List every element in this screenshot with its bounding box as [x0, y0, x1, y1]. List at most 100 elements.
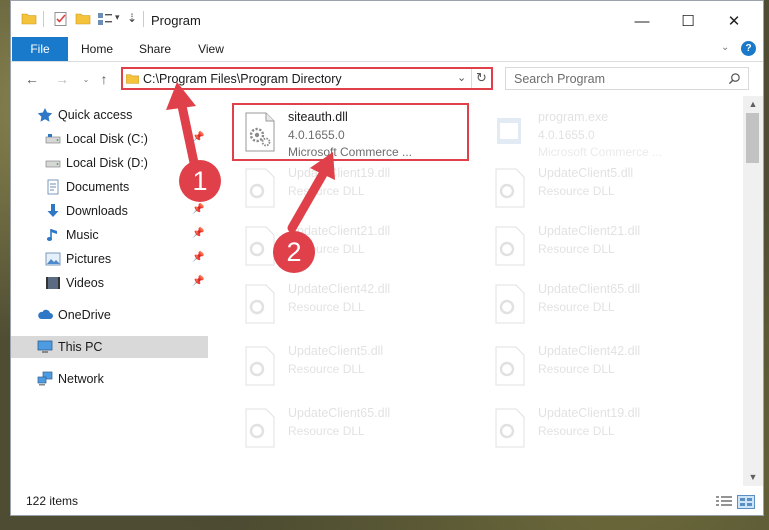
nav-item-music[interactable]: Music 📌 [11, 224, 208, 246]
drive-icon [45, 160, 61, 168]
item-count: 122 items [26, 494, 79, 508]
forward-arrow-icon[interactable]: → [51, 68, 73, 90]
scroll-up-icon[interactable]: ▲ [743, 96, 763, 113]
file-item[interactable]: UpdateClient65.dll Resource DLL [236, 402, 476, 456]
file-item[interactable]: UpdateClient21.dll Resource DLL [486, 220, 726, 274]
step-callout-1: 1 [179, 160, 221, 202]
address-path[interactable]: C:\Program Files\Program Directory [143, 72, 342, 86]
pin-icon[interactable]: 📌 [192, 276, 204, 287]
dll-file-icon [495, 226, 525, 266]
refresh-icon[interactable]: ↻ [476, 70, 487, 86]
file-item[interactable]: UpdateClient42.dll Resource DLL [486, 340, 726, 394]
file-name: UpdateClient21.dll [538, 224, 641, 238]
nav-label: Pictures [66, 252, 112, 266]
file-type: Resource DLL [288, 362, 365, 376]
tiles-view-icon[interactable] [737, 495, 755, 509]
file-type: Resource DLL [538, 184, 615, 198]
nav-item-this-pc[interactable]: This PC [11, 336, 208, 358]
nav-label: Music [66, 228, 99, 242]
file-type: Resource DLL [538, 424, 615, 438]
step-callout-2: 2 [273, 231, 315, 273]
file-item[interactable]: UpdateClient21.dll Resource DLL [236, 220, 476, 274]
tab-file[interactable]: File [12, 37, 68, 61]
nav-item-network[interactable]: Network [11, 368, 208, 390]
nav-item-videos[interactable]: Videos 📌 [11, 272, 208, 294]
music-icon [46, 229, 57, 241]
file-name: UpdateClient5.dll [538, 166, 634, 180]
nav-label: This PC [58, 340, 103, 354]
folder-icon [126, 74, 139, 84]
star-icon [37, 108, 53, 122]
nav-label: Local Disk (D:) [66, 156, 148, 170]
nav-item-onedrive[interactable]: OneDrive [11, 304, 208, 326]
toolbar-divider [43, 11, 44, 27]
file-name: UpdateClient42.dll [538, 344, 641, 358]
file-name: UpdateClient65.dll [288, 406, 391, 420]
file-item[interactable]: UpdateClient42.dll Resource DLL [236, 278, 476, 332]
nav-label: Network [58, 372, 104, 386]
file-item-program-exe[interactable]: program.exe 4.0.1655.0 Microsoft Commerc… [486, 106, 726, 160]
nav-item-local-disk-c[interactable]: Local Disk (C:) 📌 [11, 128, 208, 150]
nav-item-pictures[interactable]: Pictures 📌 [11, 248, 208, 270]
pin-icon[interactable]: 📌 [192, 132, 204, 143]
file-name: UpdateClient42.dll [288, 282, 391, 296]
tab-home[interactable]: Home [75, 37, 119, 61]
tab-view[interactable]: View [189, 37, 233, 61]
up-arrow-icon[interactable]: ↑ [93, 68, 115, 90]
new-folder-icon[interactable] [75, 11, 91, 27]
dll-file-icon [495, 346, 525, 386]
address-divider [471, 69, 472, 88]
vertical-scrollbar[interactable]: ▲ ▼ [743, 96, 763, 486]
file-type: Resource DLL [538, 242, 615, 256]
scroll-thumb[interactable] [746, 113, 759, 163]
search-input[interactable] [506, 68, 724, 89]
qat-dropdown-icon[interactable]: ▾ [115, 12, 120, 23]
search-box[interactable] [505, 67, 749, 90]
file-description: Microsoft Commerce ... [538, 145, 663, 159]
pin-icon[interactable]: 📌 [192, 252, 204, 263]
maximize-button[interactable]: ☐ [665, 7, 711, 35]
tab-share[interactable]: Share [133, 37, 177, 61]
nav-label: Videos [66, 276, 104, 290]
pin-icon[interactable]: 📌 [192, 228, 204, 239]
network-icon [37, 371, 53, 386]
expand-ribbon-icon[interactable]: ⌄ [721, 42, 729, 53]
nav-item-quick-access[interactable]: Quick access [11, 104, 208, 126]
dll-file-icon [245, 408, 275, 448]
documents-icon [47, 179, 59, 195]
back-arrow-icon[interactable]: ← [21, 68, 43, 90]
file-item[interactable]: UpdateClient19.dll Resource DLL [236, 162, 476, 216]
view-icon[interactable] [97, 11, 113, 27]
file-type: Resource DLL [288, 424, 365, 438]
details-view-icon[interactable] [715, 495, 733, 509]
dll-file-icon [245, 226, 275, 266]
address-bar[interactable]: C:\Program Files\Program Directory ⌄ ↻ [121, 67, 493, 90]
minimize-button[interactable]: — [619, 7, 665, 35]
file-type: Resource DLL [288, 300, 365, 314]
help-icon[interactable]: ? [741, 41, 756, 56]
folder-icon[interactable] [21, 11, 37, 27]
search-icon[interactable] [728, 72, 741, 85]
pin-icon[interactable]: 📌 [192, 204, 204, 215]
status-bar: 122 items [11, 488, 763, 515]
customize-icon[interactable]: ⇣ [127, 11, 137, 25]
properties-check-icon[interactable] [53, 11, 69, 27]
scroll-down-icon[interactable]: ▼ [743, 469, 763, 486]
title-divider [143, 11, 144, 27]
nav-item-local-disk-d[interactable]: Local Disk (D:) [11, 152, 208, 174]
address-dropdown-icon[interactable]: ⌄ [457, 71, 466, 84]
file-item[interactable]: UpdateClient65.dll Resource DLL [486, 278, 726, 332]
navigation-pane: Quick access Local Disk (C:) 📌 Local Dis… [11, 96, 208, 486]
close-button[interactable]: ✕ [711, 7, 757, 35]
file-item[interactable]: UpdateClient5.dll Resource DLL [486, 162, 726, 216]
nav-item-downloads[interactable]: Downloads 📌 [11, 200, 208, 222]
file-item[interactable]: UpdateClient5.dll Resource DLL [236, 340, 476, 394]
videos-icon [46, 277, 60, 289]
nav-label: Documents [66, 180, 130, 194]
exe-file-icon [497, 118, 521, 144]
file-name: UpdateClient65.dll [538, 282, 641, 296]
navigation-bar: ← → ⌄ ↑ C:\Program Files\Program Directo… [11, 62, 763, 96]
highlight-box-selected-file [232, 103, 469, 161]
file-item[interactable]: UpdateClient19.dll Resource DLL [486, 402, 726, 456]
file-list: siteauth.dll 4.0.1655.0 Microsoft Commer… [208, 96, 743, 486]
